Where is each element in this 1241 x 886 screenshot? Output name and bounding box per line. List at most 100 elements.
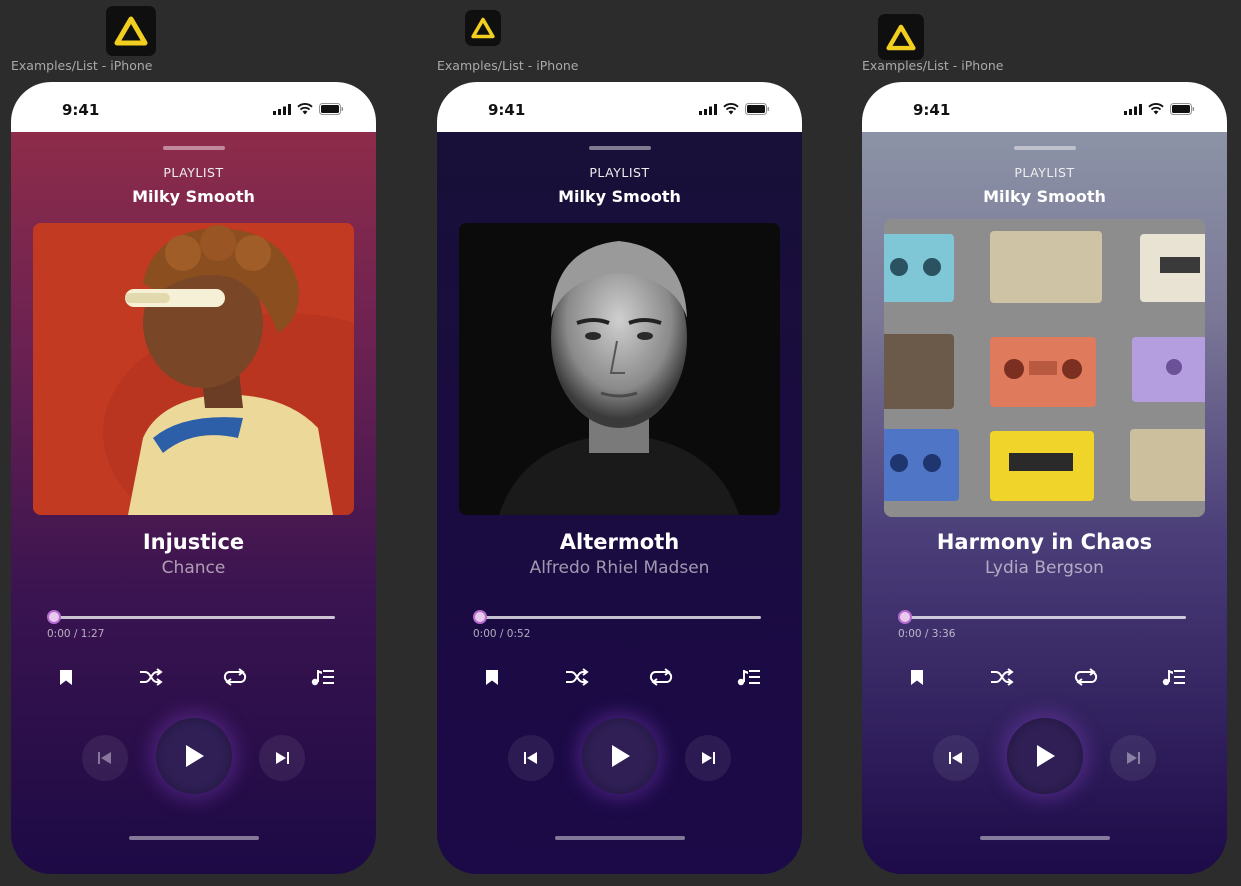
- device-frame-1: Examples/List - iPhone 9:41 PLAYLIST Mil…: [11, 0, 376, 886]
- play-icon: [612, 745, 630, 767]
- frame-caption: Examples/List - iPhone: [11, 58, 153, 73]
- triangle-logo-icon: [471, 17, 495, 39]
- queue-button[interactable]: [309, 666, 337, 688]
- progress-slider[interactable]: [898, 610, 1186, 624]
- app-icon[interactable]: [106, 6, 156, 56]
- next-button[interactable]: [1110, 735, 1156, 781]
- transport-controls: [11, 718, 376, 798]
- repeat-button[interactable]: [647, 666, 675, 688]
- bookmark-button[interactable]: [478, 666, 506, 688]
- wifi-icon: [1148, 103, 1164, 115]
- song-title: Harmony in Chaos: [936, 530, 1153, 554]
- phone-screen: 9:41 PLAYLIST Milky Smooth: [11, 82, 376, 874]
- time-readout: 0:00 / 0:52: [473, 628, 531, 640]
- music-queue-icon: [737, 670, 760, 686]
- playlist-name: Milky Smooth: [983, 187, 1106, 206]
- player-screen: PLAYLIST Milky Smooth Injustice Chance 0…: [11, 132, 376, 874]
- previous-button[interactable]: [82, 735, 128, 781]
- triangle-logo-icon: [886, 24, 916, 50]
- play-button[interactable]: [582, 718, 658, 794]
- playlist-label: PLAYLIST: [163, 165, 224, 180]
- skip-next-icon: [1127, 752, 1140, 764]
- home-indicator[interactable]: [554, 836, 685, 840]
- shuffle-button[interactable]: [563, 666, 591, 688]
- transport-controls: [862, 718, 1227, 798]
- transport-controls: [437, 718, 802, 798]
- person-with-sunglasses-photo: [33, 223, 354, 515]
- triangle-logo-icon: [114, 16, 148, 46]
- home-indicator[interactable]: [128, 836, 259, 840]
- status-time: 9:41: [62, 101, 100, 119]
- skip-previous-icon: [98, 752, 111, 764]
- wifi-icon: [297, 103, 313, 115]
- repeat-icon: [223, 668, 247, 686]
- cassette-tapes-photo: [884, 219, 1205, 517]
- queue-button[interactable]: [735, 666, 763, 688]
- bookmark-icon: [486, 669, 498, 685]
- battery-icon: [745, 103, 770, 115]
- sheet-grabber[interactable]: [1013, 146, 1076, 150]
- song-title: Altermoth: [559, 530, 680, 554]
- phone-screen: 9:41 PLAYLIST Milky Smooth: [862, 82, 1227, 874]
- battery-icon: [319, 103, 344, 115]
- repeat-icon: [1074, 668, 1098, 686]
- play-icon: [186, 745, 204, 767]
- playlist-label: PLAYLIST: [1014, 165, 1075, 180]
- phone-screen: 9:41 PLAYLIST Milky Smooth: [437, 82, 802, 874]
- repeat-button[interactable]: [1072, 666, 1100, 688]
- sheet-grabber[interactable]: [162, 146, 225, 150]
- status-bar: 9:41: [11, 82, 376, 132]
- shuffle-icon: [991, 668, 1014, 686]
- skip-next-icon: [702, 752, 715, 764]
- progress-knob[interactable]: [898, 610, 912, 624]
- skip-previous-icon: [949, 752, 962, 764]
- progress-slider[interactable]: [473, 610, 761, 624]
- home-indicator[interactable]: [979, 836, 1110, 840]
- status-time: 9:41: [913, 101, 951, 119]
- cellular-signal-icon: [1124, 103, 1142, 115]
- playlist-label: PLAYLIST: [589, 165, 650, 180]
- bookmark-icon: [911, 669, 923, 685]
- player-screen: PLAYLIST Milky Smooth Altermoth Alfredo …: [437, 132, 802, 874]
- play-button[interactable]: [156, 718, 232, 794]
- shuffle-icon: [566, 668, 589, 686]
- album-art: [884, 219, 1205, 517]
- progress-knob[interactable]: [47, 610, 61, 624]
- progress-slider[interactable]: [47, 610, 335, 624]
- playlist-name: Milky Smooth: [558, 187, 681, 206]
- repeat-button[interactable]: [221, 666, 249, 688]
- play-button[interactable]: [1007, 718, 1083, 794]
- next-button[interactable]: [685, 735, 731, 781]
- bookmark-button[interactable]: [52, 666, 80, 688]
- skip-next-icon: [276, 752, 289, 764]
- sheet-grabber[interactable]: [588, 146, 651, 150]
- song-title: Injustice: [142, 530, 245, 554]
- album-art: [459, 223, 780, 515]
- battery-icon: [1170, 103, 1195, 115]
- music-queue-icon: [311, 670, 334, 686]
- bookmark-icon: [60, 669, 72, 685]
- music-queue-icon: [1162, 670, 1185, 686]
- secondary-controls: [11, 666, 376, 688]
- shuffle-icon: [140, 668, 163, 686]
- shuffle-button[interactable]: [988, 666, 1016, 688]
- wifi-icon: [723, 103, 739, 115]
- queue-button[interactable]: [1160, 666, 1188, 688]
- status-bar: 9:41: [862, 82, 1227, 132]
- app-icon[interactable]: [465, 10, 501, 46]
- time-readout: 0:00 / 3:36: [898, 628, 956, 640]
- device-frame-3: Examples/List - iPhone 9:41 PLAYLIST Mil…: [862, 0, 1227, 886]
- time-readout: 0:00 / 1:27: [47, 628, 105, 640]
- previous-button[interactable]: [508, 735, 554, 781]
- shuffle-button[interactable]: [137, 666, 165, 688]
- device-frame-2: Examples/List - iPhone 9:41 PLAYLIST Mil…: [437, 0, 802, 886]
- play-icon: [1037, 745, 1055, 767]
- secondary-controls: [862, 666, 1227, 688]
- status-time: 9:41: [488, 101, 526, 119]
- album-art: [33, 223, 354, 515]
- app-icon[interactable]: [878, 14, 924, 60]
- previous-button[interactable]: [933, 735, 979, 781]
- progress-knob[interactable]: [473, 610, 487, 624]
- bookmark-button[interactable]: [903, 666, 931, 688]
- next-button[interactable]: [259, 735, 305, 781]
